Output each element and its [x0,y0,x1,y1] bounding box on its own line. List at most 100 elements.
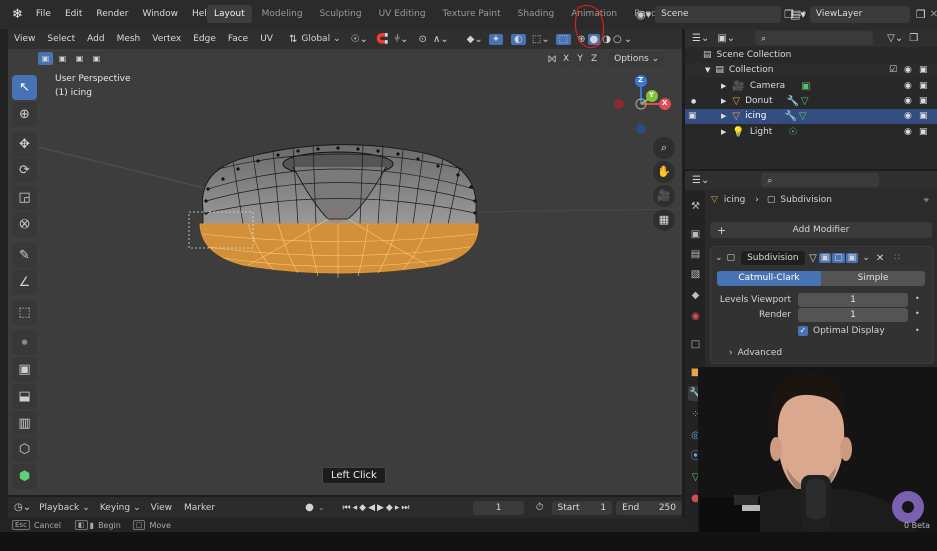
expand-chevron-icon[interactable]: ▶ [721,125,726,140]
properties-header: ☰⌄ ⌕ [685,171,937,189]
menu-window[interactable]: Window [135,0,185,29]
new-view-layer-icon[interactable]: ❐ [916,8,926,21]
display-mode-icon[interactable]: ▣⌄ [717,33,735,44]
scene-icon[interactable]: ◉▾ [636,8,651,21]
render-tab-icon[interactable]: ▣ [688,227,703,242]
timeline-editor-icon[interactable]: ◷⌄ [14,502,31,513]
start-frame-field[interactable]: Start 1 [551,500,613,515]
camera-render-icon[interactable]: ▣ [919,79,928,94]
camera-render-icon[interactable]: ▣ [919,125,928,140]
menu-render[interactable]: Render [89,0,135,29]
current-frame-field[interactable]: 1 [473,500,524,515]
tab-layout[interactable]: Layout [207,5,252,23]
output-tab-icon[interactable]: ▤ [688,247,703,262]
render-display-icon[interactable]: ▣ [845,253,859,263]
eye-icon[interactable]: ◉ [904,79,912,94]
simple-option[interactable]: Simple [821,271,925,286]
optimal-display-checkbox[interactable]: ✓ Optimal Display [798,326,885,336]
play-icon[interactable]: ▶ [377,503,386,513]
view-layer-selector[interactable]: ViewLayer [809,6,910,23]
outliner-row-light[interactable]: ▶ 💡 Light ☉ ◉ ▣ [685,125,937,140]
tab-texture-paint[interactable]: Texture Paint [436,5,508,23]
tool-tab-icon[interactable]: ⚒ [688,199,703,214]
jump-start-icon[interactable]: ⏮ [343,503,353,513]
camera-render-icon[interactable]: ▣ [919,109,928,124]
playback-menu[interactable]: Playback ⌄ [39,503,90,513]
next-keyframe-icon[interactable]: ◆▸ [386,503,401,513]
subdivision-modifier-panel: ⌄ ▢ Subdivision ▽ ▣ ▢ ▣ ⌄ ✕ ∷ Catmull-Cl… [710,246,934,364]
end-label: End [622,502,640,513]
delete-view-layer-icon[interactable]: ✕ [930,9,937,20]
tab-sculpting[interactable]: Sculpting [313,5,369,23]
menu-file[interactable]: File [29,0,58,29]
view-layer-tab-icon[interactable]: ▧ [688,267,703,282]
outliner-row-icing[interactable]: ▣ ▶ ▽ icing 🔧 ▽ ◉ ▣ [685,109,937,124]
properties-editor-icon[interactable]: ☰⌄ [692,175,709,186]
scene-selector[interactable]: Scene [655,6,782,23]
catmull-clark-option[interactable]: Catmull-Clark [717,271,821,286]
keying-menu[interactable]: Keying ⌄ [100,503,141,513]
timeline-marker-menu[interactable]: Marker [184,503,215,513]
expand-chevron-icon[interactable]: ▶ [721,79,726,94]
menu-edit[interactable]: Edit [58,0,89,29]
play-reverse-icon[interactable]: ◀ [368,503,377,513]
properties-search-input[interactable]: ⌕ [761,173,880,187]
add-modifier-button[interactable]: + Add Modifier [710,222,932,238]
filter-icon[interactable]: ▽⌄ [887,33,903,44]
outliner-row-donut[interactable]: ● ▶ ▽ Donut 🔧 ▽ ◉ ▣ [685,94,937,109]
eye-icon[interactable]: ◉ [904,94,912,109]
new-collection-icon[interactable]: ❐ [909,33,918,44]
expand-chevron-icon[interactable]: ▼ [705,63,710,78]
tab-modeling[interactable]: Modeling [255,5,310,23]
eye-icon[interactable]: ◉ [904,109,912,124]
prev-keyframe-icon[interactable]: ◂◆ [353,503,368,513]
clock-icon[interactable]: ⏱ [536,502,544,513]
drag-handle-icon[interactable]: ∷ [894,253,900,263]
keyframe-dot-icon[interactable]: • [915,326,920,335]
viewport-display-icon[interactable]: ▢ [832,253,845,263]
esc-key-badge: Esc [12,520,30,530]
edit-mode-icon[interactable]: ▣ [688,109,697,124]
light-object-icon: 💡 [732,127,745,138]
levels-viewport-field[interactable]: 1 [798,293,908,307]
close-icon[interactable]: ✕ [876,253,884,264]
world-tab-icon[interactable]: ◉ [688,309,703,324]
blender-logo-icon[interactable]: ❄ [0,0,29,29]
tab-shading[interactable]: Shading [511,5,562,23]
expand-chevron-icon[interactable]: ▶ [721,94,726,109]
tab-uv-editing[interactable]: UV Editing [372,5,433,23]
keyframe-dot-icon[interactable]: • [915,294,920,303]
outliner-search-input[interactable]: ⌕ [755,31,874,45]
render-levels-field[interactable]: 1 [798,308,908,322]
modifier-dropdown-icon[interactable]: ⌄ [862,253,870,263]
record-icon[interactable]: ● [305,502,314,513]
eye-icon[interactable]: ◉ [904,63,912,78]
include-checkbox-icon[interactable]: ☑ [889,63,897,78]
camera-render-icon[interactable]: ▣ [919,94,928,109]
outliner-row-collection[interactable]: ▼ ▤ Collection ☑ ◉ ▣ [685,63,937,78]
end-frame-field[interactable]: End 250 [616,500,682,515]
outliner-editor-icon[interactable]: ☰⌄ [692,33,709,44]
collection-tab-icon[interactable]: □ [688,337,703,352]
3d-viewport[interactable]: View Select Add Mesh Vertex Edge Face UV… [8,29,682,495]
collapse-chevron-icon[interactable]: ⌄ [715,253,723,263]
expand-chevron-icon[interactable]: ▶ [721,109,726,124]
scene-tab-icon[interactable]: ◆ [688,288,703,303]
timeline-view-menu[interactable]: View [151,503,172,513]
camera-render-icon[interactable]: ▣ [919,63,928,78]
outliner-row-scene-collection[interactable]: ▤ Scene Collection [685,48,937,63]
red-annotation-circle [574,4,605,49]
edit-mode-display-icon[interactable]: ▣ [818,253,832,263]
edit-cage-icon[interactable]: ▽ [809,253,817,264]
view-layer-icon[interactable]: ▤▾ [790,8,806,21]
record-options-icon[interactable]: ⌄ [318,503,325,512]
jump-end-icon[interactable]: ⏭ [401,503,411,513]
donut-icing-mesh[interactable] [8,29,682,495]
eye-icon[interactable]: ◉ [904,125,912,140]
keyframe-dot-icon[interactable]: • [915,309,920,318]
mouse-move-icon: □ [132,520,146,530]
outliner-row-camera[interactable]: ▶ 🎥 Camera ▣ ◉ ▣ [685,79,937,94]
pin-icon[interactable]: ⌖ [923,195,929,206]
modifier-name-field[interactable]: Subdivision [741,251,806,265]
advanced-subpanel[interactable]: › Advanced [729,348,782,358]
